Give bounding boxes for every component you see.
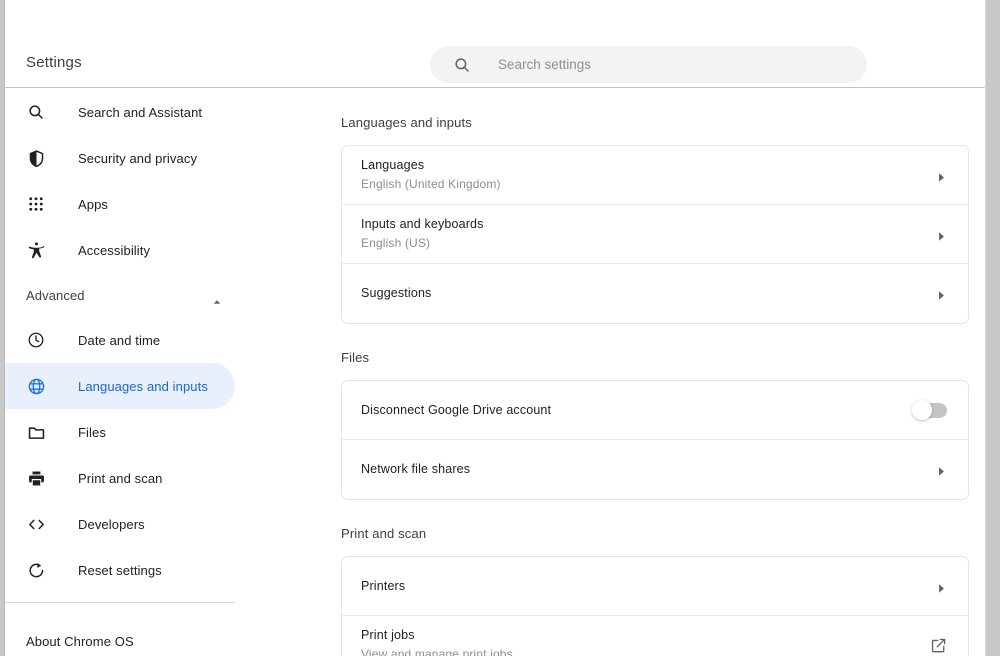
sidebar-item-search-and-assistant[interactable]: Search and Assistant [5,89,235,135]
row-title: Suggestions [361,286,432,300]
row-title: Network file shares [361,462,471,476]
sidebar-item-label: Date and time [78,332,161,348]
app-header: Settings [5,0,985,88]
search-box[interactable] [430,46,867,83]
row-inputs-and-keyboards[interactable]: Inputs and keyboards English (US) [342,205,968,264]
section-heading: Print and scan [341,526,427,541]
sidebar-item-print-and-scan[interactable]: Print and scan [5,455,235,501]
search-input[interactable] [498,57,828,72]
row-network-file-shares[interactable]: Network file shares [342,440,968,499]
search-icon [453,56,471,74]
toggle-knob [912,399,932,420]
row-disconnect-google-drive-account[interactable]: Disconnect Google Drive account [342,381,968,440]
sidebar-item-accessibility[interactable]: Accessibility [5,227,235,273]
settings-window: Settings Search and Assistant [4,0,986,656]
row-subtitle: View and manage print jobs [361,647,513,656]
row-subtitle: English (US) [361,236,431,250]
folder-icon [26,422,46,442]
row-texts: Print jobs View and manage print jobs [361,617,930,656]
row-texts: Inputs and keyboards English (US) [361,206,937,262]
sidebar-item-label: Print and scan [78,470,163,486]
sidebar: Search and Assistant Security and privac… [5,89,300,656]
accessibility-icon [26,240,46,260]
chevron-right-icon [937,581,946,593]
chevron-up-icon [212,292,222,304]
sidebar-item-apps[interactable]: Apps [5,181,235,227]
chevron-right-icon [937,170,946,182]
section-heading: Languages and inputs [341,115,472,130]
row-title: Inputs and keyboards [361,217,484,231]
drive-disconnect-toggle[interactable] [912,399,947,420]
page-title: Settings [26,54,82,71]
sidebar-item-security-and-privacy[interactable]: Security and privacy [5,135,235,181]
apps-grid-icon [26,194,46,214]
section-files: Files Disconnect Google Drive account Ne… [300,324,985,500]
row-texts: Suggestions [361,275,937,312]
settings-card: Printers Print jobs View and manage prin… [341,556,969,656]
row-suggestions[interactable]: Suggestions [342,264,968,323]
sidebar-item-reset-settings[interactable]: Reset settings [5,547,235,593]
sidebar-item-label: Reset settings [78,562,162,578]
row-subtitle: English (United Kingdom) [361,177,501,191]
chevron-right-icon [937,229,946,241]
search-icon [26,102,46,122]
row-title: Languages [361,158,425,172]
sidebar-item-label: Languages and inputs [78,378,208,394]
sidebar-item-label: Developers [78,516,145,532]
code-brackets-icon [26,514,46,534]
sidebar-item-label: Apps [78,196,109,212]
sidebar-item-languages-and-inputs[interactable]: Languages and inputs [5,363,235,409]
row-texts: Disconnect Google Drive account [361,392,914,429]
sidebar-item-label: Search and Assistant [78,104,203,120]
row-title: Disconnect Google Drive account [361,402,552,417]
row-texts: Printers [361,568,937,605]
shield-icon [26,148,46,168]
sidebar-group-label: Advanced [26,287,85,303]
sidebar-item-files[interactable]: Files [5,409,235,455]
sidebar-group-advanced[interactable]: Advanced [5,273,300,317]
open-in-new-icon[interactable] [930,637,947,654]
section-heading: Files [341,350,370,365]
main-content: Languages and inputs Languages English (… [300,89,985,656]
row-texts: Languages English (United Kingdom) [361,147,937,203]
sidebar-item-developers[interactable]: Developers [5,501,235,547]
row-title: Printers [361,578,406,593]
sidebar-item-label: About Chrome OS [26,633,134,649]
sidebar-item-date-and-time[interactable]: Date and time [5,317,235,363]
row-printers[interactable]: Printers [342,557,968,616]
sidebar-item-label: Files [78,424,106,440]
row-title: Print jobs [361,628,415,642]
row-print-jobs[interactable]: Print jobs View and manage print jobs [342,616,968,656]
settings-card: Languages English (United Kingdom) Input… [341,145,969,324]
chevron-right-icon [937,288,946,300]
row-languages[interactable]: Languages English (United Kingdom) [342,146,968,205]
printer-icon [26,468,46,488]
section-print-and-scan: Print and scan Printers Print jobs View … [300,500,985,656]
chevron-right-icon [937,464,946,476]
clock-icon [26,330,46,350]
sidebar-item-label: Accessibility [78,242,151,258]
reset-icon [26,560,46,580]
sidebar-item-about-chrome-os[interactable]: About Chrome OS [5,618,300,656]
row-texts: Network file shares [361,451,937,488]
sidebar-divider [5,602,235,603]
settings-card: Disconnect Google Drive account Network … [341,380,969,500]
globe-icon [26,376,46,396]
sidebar-item-label: Security and privacy [78,150,198,166]
section-languages-and-inputs: Languages and inputs Languages English (… [300,89,985,324]
